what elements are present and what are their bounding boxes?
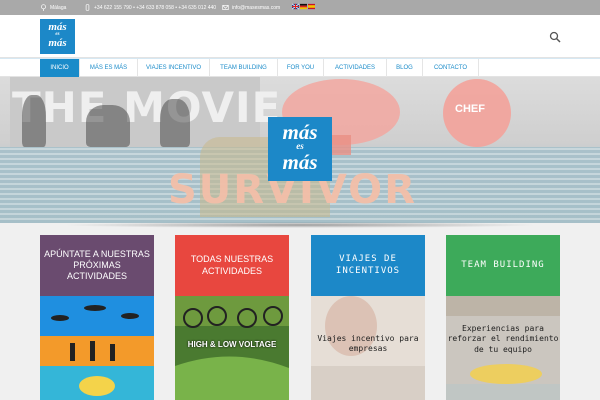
card-title: VIAJES DE INCENTIVOS bbox=[311, 235, 425, 296]
hero-logo: más es más bbox=[268, 117, 332, 181]
site-header: más es más bbox=[0, 15, 600, 58]
movie-title-text: THE MOVIE bbox=[12, 83, 282, 132]
nav-item-contacto[interactable]: CONTACTO bbox=[423, 59, 479, 77]
card-title: TEAM BUILDING bbox=[446, 235, 560, 296]
card-body-text: Experiencias para reforzar el rendimient… bbox=[447, 324, 559, 354]
card-voltage-text: HIGH & LOW VOLTAGE bbox=[187, 340, 277, 349]
search-icon[interactable] bbox=[549, 31, 561, 43]
email-info: info@masesmas.com bbox=[222, 3, 280, 12]
card-viajes-incentivos[interactable]: VIAJES DE INCENTIVOS Viajes incentivo pa… bbox=[311, 235, 425, 400]
card-image-skydiving bbox=[40, 296, 154, 400]
location-pin-icon bbox=[41, 4, 46, 11]
top-info-bar: Málaga +34 622 155 790 • +34 633 878 058… bbox=[0, 0, 600, 15]
phone-info: +34 622 155 790 • +34 633 878 058 • +34 … bbox=[84, 3, 216, 12]
location-text: Málaga bbox=[50, 4, 67, 11]
phone-text[interactable]: +34 622 155 790 • +34 633 878 058 • +34 … bbox=[94, 5, 216, 11]
nav-item-blog[interactable]: BLOG bbox=[387, 59, 423, 77]
card-proximas-actividades[interactable]: APÚNTATE A NUESTRAS PRÓXIMAS ACTIVIDADES bbox=[40, 235, 154, 400]
main-navigation: INICIO MÁS ES MÁS VIAJES INCENTIVO TEAM … bbox=[0, 58, 600, 77]
language-switcher bbox=[292, 3, 315, 10]
email-link[interactable]: info@masesmas.com bbox=[232, 5, 280, 11]
nav-item-actividades[interactable]: ACTIVIDADES bbox=[324, 59, 387, 77]
site-logo[interactable]: más es más bbox=[40, 19, 75, 54]
hero-banner: THE MOVIE CHEF SURVIVOR más es más bbox=[0, 77, 600, 223]
nav-item-viajes-incentivo[interactable]: VIAJES INCENTIVO bbox=[138, 59, 210, 77]
hero-shadow bbox=[60, 222, 540, 228]
nav-item-mas-es-mas[interactable]: MÁS ES MÁS bbox=[80, 59, 138, 77]
logo-text-bottom: más bbox=[48, 37, 67, 49]
card-title: APÚNTATE A NUESTRAS PRÓXIMAS ACTIVIDADES bbox=[40, 235, 154, 296]
flag-en-icon[interactable] bbox=[292, 3, 299, 10]
card-body-text: Viajes incentivo para empresas bbox=[317, 334, 419, 354]
chef-text: CHEF bbox=[455, 103, 485, 115]
phone-icon bbox=[85, 4, 90, 11]
email-icon bbox=[222, 5, 229, 10]
hitchcock-figure bbox=[86, 105, 130, 147]
nav-item-team-building[interactable]: TEAM BUILDING bbox=[210, 59, 278, 77]
actor-figure bbox=[160, 99, 190, 147]
flag-es-icon[interactable] bbox=[308, 3, 315, 10]
card-team-building[interactable]: TEAM BUILDING Experiencias para reforzar… bbox=[446, 235, 560, 400]
nav-item-for-you[interactable]: FOR YOU bbox=[278, 59, 324, 77]
card-todas-actividades[interactable]: TODAS NUESTRAS ACTIVIDADES HIGH & LOW VO… bbox=[175, 235, 289, 400]
chaplin-figure bbox=[22, 95, 46, 147]
card-title: TODAS NUESTRAS ACTIVIDADES bbox=[175, 235, 289, 296]
flag-de-icon[interactable] bbox=[300, 3, 307, 10]
nav-item-inicio[interactable]: INICIO bbox=[40, 59, 80, 77]
hero-logo-text-top: más bbox=[282, 120, 318, 144]
location-info: Málaga bbox=[40, 3, 66, 12]
hero-logo-text-bottom: más bbox=[282, 150, 318, 174]
